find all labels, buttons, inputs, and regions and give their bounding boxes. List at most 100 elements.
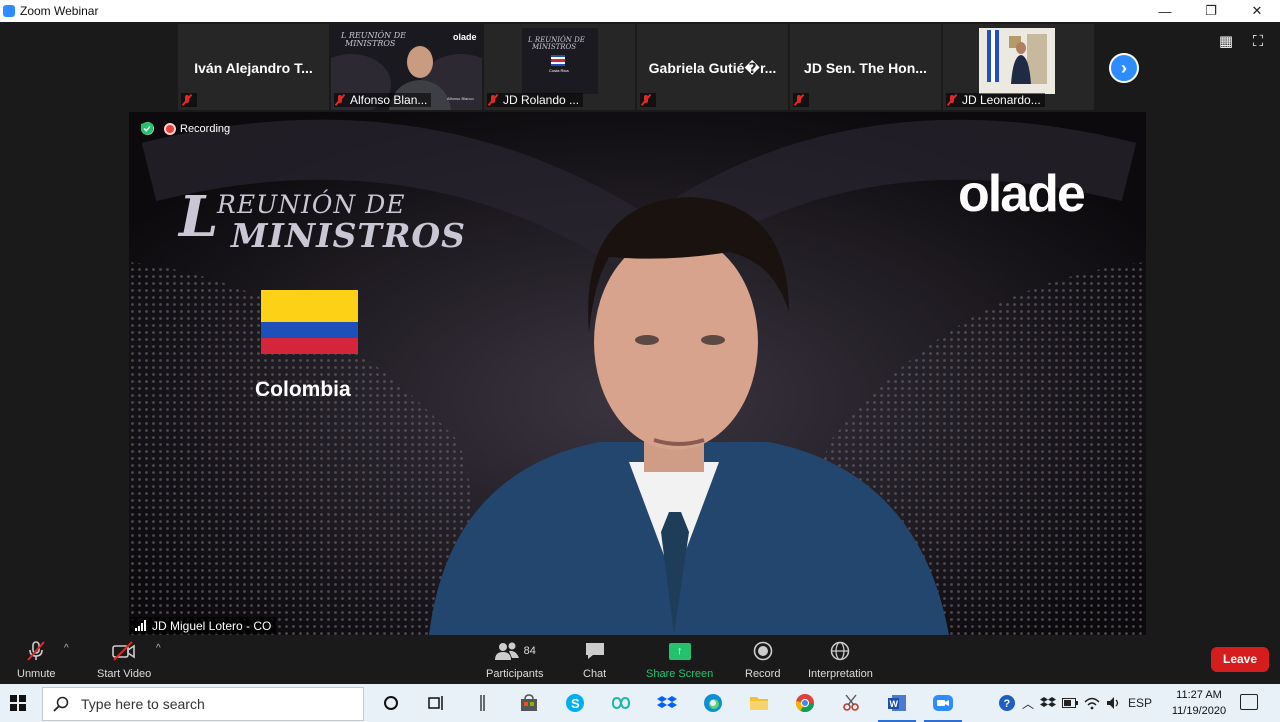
participants-icon — [494, 642, 519, 660]
chevron-right-icon: › — [1121, 57, 1127, 78]
participant-tile[interactable]: JD Leonardo... — [943, 24, 1094, 110]
audio-options-caret-icon[interactable]: ^ — [64, 643, 69, 654]
dropbox-icon[interactable] — [644, 684, 690, 722]
speaker-nameplate: JD Miguel Lotero - CO — [130, 617, 277, 634]
windows-logo-icon — [10, 695, 26, 711]
notification-center-icon[interactable] — [1240, 694, 1258, 710]
battery-icon[interactable] — [1062, 698, 1079, 708]
windows-taskbar: Type here to search S W ? ︿ ESP 11:27 AM… — [0, 684, 1280, 722]
participant-tile[interactable]: JD Sen. The Hon... — [790, 24, 941, 110]
file-explorer-icon[interactable] — [736, 684, 782, 722]
participant-tile[interactable]: L REUNIÓN DE MINISTROS Costa Rica JD Rol… — [484, 24, 635, 110]
window-title: Zoom Webinar — [20, 4, 99, 18]
zoom-logo-icon — [3, 5, 15, 17]
globe-icon — [831, 641, 850, 661]
record-icon — [753, 641, 773, 661]
participant-tile[interactable]: L REUNIÓN DE MINISTROS olade Alfonso Bla… — [331, 24, 482, 110]
recording-label: Recording — [180, 122, 231, 135]
svg-text:Alfonso Blanco: Alfonso Blanco — [447, 96, 474, 101]
participant-name: Iván Alejandro T... — [194, 60, 313, 76]
participant-tile[interactable]: Gabriela Gutié�r... — [637, 24, 788, 110]
start-video-label: Start Video — [97, 668, 152, 680]
task-view-icon[interactable] — [414, 684, 460, 722]
share-screen-button[interactable]: ↑ Share Screen — [646, 639, 713, 680]
window-titlebar: Zoom Webinar — ❐ ✕ — [0, 0, 1280, 22]
brand-logo: olade — [958, 165, 1086, 223]
participant-strip: Iván Alejandro T... L REUNIÓN DE MINISTR… — [178, 24, 1094, 110]
svg-text:olade: olade — [453, 32, 477, 42]
chat-label: Chat — [583, 668, 607, 680]
volume-icon[interactable] — [1106, 696, 1122, 710]
participant-tile[interactable]: Iván Alejandro T... — [178, 24, 329, 110]
participant-name: JD Leonardo... — [962, 93, 1041, 107]
restore-button[interactable]: ❐ — [1188, 0, 1234, 22]
view-controls: ▦ ⛶ — [1216, 34, 1268, 50]
meeting-toolbar: Unmute ^ Start Video ^ 84 Participants C… — [0, 635, 1280, 684]
tray-dropbox-icon[interactable] — [1040, 696, 1057, 710]
mic-muted-icon — [181, 94, 193, 106]
mic-muted-icon — [793, 94, 805, 106]
language-indicator[interactable]: ESP — [1128, 696, 1152, 710]
mic-muted-icon — [946, 94, 958, 106]
mic-muted-icon — [334, 94, 346, 106]
zoom-app: Iván Alejandro T... L REUNIÓN DE MINISTR… — [0, 22, 1280, 684]
share-screen-label: Share Screen — [646, 668, 714, 680]
active-speaker-video: i Recording L REUNIÓN DE MINISTROS olade… — [129, 112, 1146, 635]
fullscreen-icon[interactable]: ⛶ — [1248, 34, 1268, 50]
snipping-tool-icon[interactable] — [828, 684, 874, 722]
mic-muted-icon — [640, 94, 652, 106]
wifi-icon[interactable] — [1084, 696, 1100, 710]
tile-footer: Alfonso Blan... — [334, 93, 432, 107]
record-label: Record — [745, 668, 781, 680]
store-icon[interactable] — [506, 684, 552, 722]
participant-name: Gabriela Gutié�r... — [648, 60, 777, 76]
skype-icon[interactable]: S — [552, 684, 598, 722]
participants-button[interactable]: 84 Participants — [486, 639, 543, 680]
windows-start-button[interactable] — [0, 684, 36, 722]
help-icon[interactable]: ? — [998, 694, 1016, 712]
minimize-button[interactable]: — — [1142, 0, 1188, 22]
participants-count: 84 — [523, 645, 536, 657]
clock-date: 11/19/2020 — [1171, 705, 1227, 717]
event-title-line1: REUNIÓN DE — [217, 190, 406, 219]
tile-footer: JD Rolando ... — [487, 93, 584, 107]
shield-icon[interactable] — [141, 122, 153, 135]
zoom-icon[interactable] — [920, 684, 966, 722]
word-icon[interactable]: W — [874, 684, 920, 722]
unmute-button[interactable]: Unmute — [17, 639, 56, 680]
svg-text:?: ? — [1004, 698, 1011, 710]
close-button[interactable]: ✕ — [1234, 0, 1280, 22]
participant-name: JD Rolando ... — [503, 93, 580, 107]
cortana-icon[interactable] — [368, 684, 414, 722]
participants-label: Participants — [486, 668, 544, 680]
next-page-button[interactable]: › — [1109, 53, 1139, 83]
participant-name: JD Sen. The Hon... — [804, 60, 927, 76]
mic-muted-icon — [27, 641, 46, 661]
taskbar-search-box[interactable]: Type here to search — [42, 687, 364, 721]
search-icon — [53, 696, 69, 712]
chrome-icon[interactable] — [782, 684, 828, 722]
tray-expand-icon[interactable]: ︿ — [1022, 695, 1034, 712]
unmute-label: Unmute — [17, 668, 56, 680]
start-video-button[interactable]: Start Video — [97, 639, 151, 680]
gallery-view-icon[interactable]: ▦ — [1216, 34, 1236, 50]
taskbar-clock[interactable]: 11:27 AM 11/19/2020 — [1168, 687, 1230, 719]
event-title-initial: L — [179, 184, 219, 250]
window-controls: — ❐ ✕ — [1142, 0, 1280, 22]
edge-icon[interactable] — [690, 684, 736, 722]
tile-footer — [181, 93, 197, 107]
leave-button[interactable]: Leave — [1211, 647, 1269, 672]
chat-button[interactable]: Chat — [583, 639, 606, 680]
recording-icon — [164, 122, 176, 135]
chat-icon — [585, 643, 604, 659]
interpretation-button[interactable]: Interpretation — [808, 639, 873, 680]
video-options-caret-icon[interactable]: ^ — [156, 643, 161, 654]
participant-name: Alfonso Blan... — [350, 93, 428, 107]
signal-strength-icon — [135, 620, 149, 631]
record-button[interactable]: Record — [745, 639, 780, 680]
tile-footer — [640, 93, 656, 107]
infinity-app-icon[interactable] — [598, 684, 644, 722]
tile-footer: JD Leonardo... — [946, 93, 1045, 107]
taskbar-apps: S W — [368, 684, 966, 722]
interpretation-label: Interpretation — [808, 668, 873, 680]
